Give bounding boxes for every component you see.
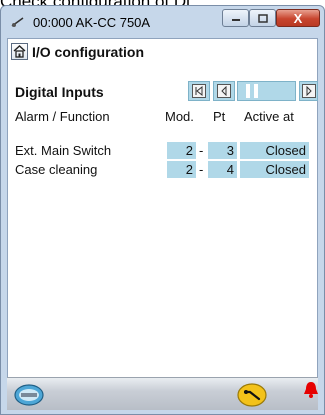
- column-pt: Pt: [213, 109, 226, 124]
- minimize-icon: [231, 19, 240, 21]
- active-value[interactable]: Closed: [240, 161, 309, 178]
- page-scroller[interactable]: [237, 81, 296, 101]
- maximize-icon: [257, 13, 268, 23]
- window-title: 00:000 AK-CC 750A: [33, 15, 151, 30]
- title-bar[interactable]: 00:000 AK-CC 750A X: [1, 6, 324, 38]
- app-icon: [11, 17, 24, 27]
- home-icon: [13, 45, 26, 58]
- pt-value[interactable]: 3: [208, 142, 237, 159]
- column-mod: Mod.: [165, 109, 194, 124]
- separator: -: [199, 143, 204, 158]
- table-row[interactable]: Case cleaning 2 - 4 Closed: [8, 161, 319, 179]
- mod-value[interactable]: 2: [167, 142, 196, 159]
- app-window: 00:000 AK-CC 750A X I/O configuration Di…: [0, 5, 325, 415]
- client-area: I/O configuration Digital Inputs Alarm /…: [7, 38, 318, 410]
- home-button[interactable]: [11, 43, 28, 60]
- bottom-toolbar: [7, 377, 318, 410]
- pt-value[interactable]: 4: [208, 161, 237, 178]
- column-active: Active at: [244, 109, 294, 124]
- active-value[interactable]: Closed: [240, 142, 309, 159]
- alarm-bell-icon[interactable]: [302, 380, 320, 400]
- mod-value[interactable]: 2: [167, 161, 196, 178]
- next-button[interactable]: [299, 81, 318, 101]
- close-button[interactable]: X: [276, 9, 320, 27]
- column-alarm: Alarm / Function: [15, 109, 110, 124]
- first-page-button[interactable]: [188, 81, 210, 101]
- controller-icon[interactable]: [14, 384, 44, 406]
- minimize-button[interactable]: [222, 9, 249, 27]
- page-title: I/O configuration: [32, 44, 144, 60]
- maximize-button[interactable]: [249, 9, 276, 27]
- first-page-icon: [195, 86, 203, 96]
- separator: -: [199, 162, 204, 177]
- scroll-thumb-icon: [246, 84, 258, 98]
- table-row[interactable]: Ext. Main Switch 2 - 3 Closed: [8, 142, 319, 160]
- close-icon: X: [293, 10, 303, 26]
- wrench-icon[interactable]: [237, 383, 267, 407]
- next-icon: [306, 86, 312, 96]
- row-label: Ext. Main Switch: [15, 143, 112, 158]
- row-label: Case cleaning: [15, 162, 98, 177]
- section-title: Digital Inputs: [15, 84, 104, 100]
- previous-icon: [221, 86, 227, 96]
- previous-button[interactable]: [213, 81, 235, 101]
